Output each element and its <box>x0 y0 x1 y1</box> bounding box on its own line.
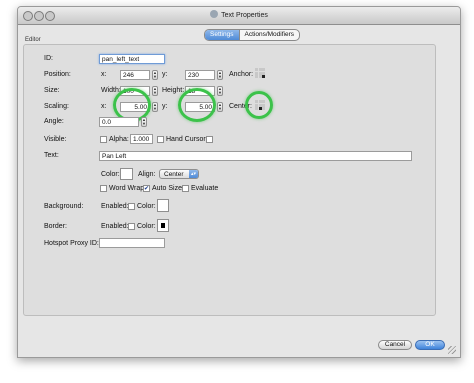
width-stepper[interactable]: ▲ ▼ <box>152 86 158 96</box>
height-stepper[interactable]: ▲ ▼ <box>217 86 223 96</box>
size-label: Size: <box>44 87 60 94</box>
position-x-input[interactable]: 246 <box>120 70 150 80</box>
background-enabled-label: Enabled: <box>101 203 129 210</box>
angle-label: Angle: <box>44 118 64 125</box>
position-x-label: x: <box>101 71 107 78</box>
background-color-swatch[interactable] <box>157 199 169 212</box>
editor-group-label: Editor <box>25 37 41 43</box>
cancel-button[interactable]: Cancel <box>378 340 412 350</box>
background-label: Background: <box>44 203 84 210</box>
border-enabled-label: Enabled: <box>101 223 129 230</box>
visible-label: Visible: <box>44 136 67 143</box>
window-title: Text Properties <box>18 10 460 19</box>
align-select[interactable]: Center ▴▾ <box>159 169 199 179</box>
scaling-x-stepper[interactable]: ▲ ▼ <box>152 102 158 112</box>
border-color-label: Color: <box>137 223 156 230</box>
position-x-stepper[interactable]: ▲ ▼ <box>152 70 158 80</box>
tab-settings[interactable]: Settings <box>205 30 239 40</box>
auto-size-label: Auto Size <box>152 185 182 192</box>
scaling-x-label: x: <box>101 103 107 110</box>
border-color-swatch-fill <box>161 223 165 228</box>
alpha-input[interactable]: 1.000 <box>130 134 153 144</box>
evaluate-checkbox[interactable] <box>182 185 189 192</box>
anchor-label: Anchor: <box>229 71 254 78</box>
border-label: Border: <box>44 223 67 230</box>
position-y-stepper[interactable]: ▲ ▼ <box>217 70 223 80</box>
id-input[interactable]: pan_left_text <box>99 54 165 64</box>
resize-grip-icon[interactable] <box>448 346 456 354</box>
angle-input[interactable]: 0.0 <box>99 117 139 127</box>
alpha-label: Alpha: <box>109 136 129 143</box>
stepper-down-icon: ▼ <box>153 74 157 79</box>
stepper-down-icon: ▼ <box>218 74 222 79</box>
stepper-down-icon: ▼ <box>153 90 157 95</box>
text-color-swatch[interactable] <box>120 168 133 180</box>
hotspot-proxy-id-label: Hotspot Proxy ID: <box>44 240 99 247</box>
id-label: ID: <box>44 55 53 62</box>
scaling-y-label: y: <box>162 103 168 110</box>
stepper-down-icon: ▼ <box>153 106 157 111</box>
stepper-down-icon: ▼ <box>218 90 222 95</box>
highlight-ring-center <box>245 91 273 119</box>
highlight-ring-scaling-y <box>178 88 216 122</box>
angle-stepper[interactable]: ▲ ▼ <box>141 117 147 127</box>
text-input[interactable]: Pan Left <box>99 151 412 161</box>
select-arrows-icon: ▴▾ <box>189 170 198 178</box>
word-wrap-checkbox[interactable] <box>100 185 107 192</box>
hand-cursor-label: Hand Cursor: <box>166 136 208 143</box>
position-y-input[interactable]: 230 <box>185 70 215 80</box>
stepper-down-icon: ▼ <box>218 106 222 111</box>
text-label: Text: <box>44 152 59 159</box>
title-bar: Text Properties <box>18 7 460 25</box>
background-enabled-checkbox[interactable] <box>128 203 135 210</box>
check-icon: ✔ <box>144 186 150 192</box>
hotspot-proxy-id-input[interactable] <box>99 238 165 248</box>
editor-group <box>23 44 436 316</box>
stepper-down-icon: ▼ <box>142 121 146 126</box>
height-label: Height: <box>162 87 185 94</box>
window-title-text: Text Properties <box>221 12 268 19</box>
position-y-label: y: <box>162 71 168 78</box>
auto-size-checkbox[interactable]: ✔ <box>143 185 150 192</box>
tab-actions-modifiers[interactable]: Actions/Modifiers <box>238 30 300 40</box>
position-label: Position: <box>44 71 71 78</box>
anchor-picker[interactable] <box>255 68 265 78</box>
app-icon <box>210 10 219 18</box>
align-select-value: Center <box>164 171 184 178</box>
alpha-enable-checkbox[interactable] <box>157 136 164 143</box>
evaluate-label: Evaluate <box>191 185 219 192</box>
alpha-checkbox[interactable] <box>100 136 107 143</box>
ok-button[interactable]: OK <box>415 340 445 350</box>
color-label: Color: <box>101 171 120 178</box>
background-color-label: Color: <box>137 203 156 210</box>
tab-bar: Settings Actions/Modifiers <box>204 29 300 41</box>
word-wrap-label: Word Wrap <box>109 185 145 192</box>
border-enabled-checkbox[interactable] <box>128 223 135 230</box>
scaling-label: Scaling: <box>44 103 69 110</box>
hand-cursor-checkbox[interactable] <box>206 136 213 143</box>
border-color-swatch[interactable] <box>157 219 169 232</box>
scaling-y-stepper[interactable]: ▲ ▼ <box>217 102 223 112</box>
align-label: Align: <box>138 171 156 178</box>
